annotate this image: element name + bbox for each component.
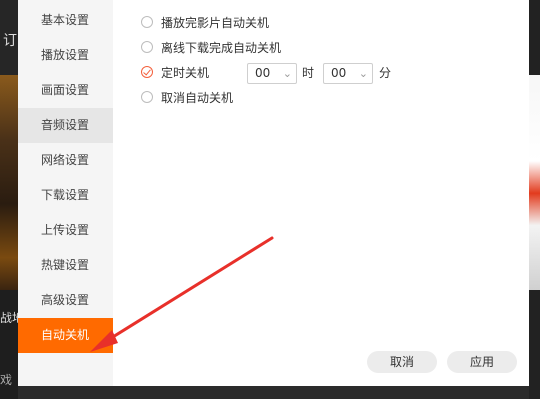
- option-after-download[interactable]: 离线下载完成自动关机: [141, 38, 281, 56]
- chevron-down-icon: ⌄: [282, 67, 292, 80]
- minute-value: 00: [331, 66, 347, 80]
- minute-select[interactable]: 00 ⌄: [323, 63, 373, 84]
- background-title-fragment: 订: [3, 33, 17, 49]
- background-poster-right: [529, 75, 540, 290]
- sidebar-item-video[interactable]: 画面设置: [18, 73, 113, 108]
- cancel-button[interactable]: 取消: [367, 351, 437, 373]
- settings-sidebar: 基本设置 播放设置 画面设置 音频设置 网络设置 下载设置 上传设置 热键设置 …: [18, 0, 113, 386]
- sidebar-item-auto-shutdown[interactable]: 自动关机: [18, 318, 113, 353]
- option-label: 播放完影片自动关机: [161, 15, 270, 30]
- hour-value: 00: [255, 66, 271, 80]
- option-timed-shutdown[interactable]: 定时关机: [141, 63, 209, 81]
- sidebar-item-audio[interactable]: 音频设置: [18, 108, 113, 143]
- sidebar-item-hotkeys[interactable]: 热键设置: [18, 248, 113, 283]
- sidebar-item-basic[interactable]: 基本设置: [18, 3, 113, 38]
- option-after-video[interactable]: 播放完影片自动关机: [141, 13, 269, 31]
- sidebar-item-playback[interactable]: 播放设置: [18, 38, 113, 73]
- minute-unit: 分: [379, 66, 392, 80]
- apply-button[interactable]: 应用: [447, 351, 517, 373]
- radio-after-download[interactable]: [141, 41, 153, 53]
- chevron-down-icon: ⌄: [358, 67, 368, 80]
- auto-shutdown-panel: 播放完影片自动关机 离线下载完成自动关机 定时关机 取消自动关机 00 ⌄ 时 …: [113, 0, 529, 386]
- background-poster-left: [0, 75, 18, 290]
- sidebar-item-network[interactable]: 网络设置: [18, 143, 113, 178]
- radio-cancel-shutdown[interactable]: [141, 91, 153, 103]
- option-label: 离线下载完成自动关机: [161, 40, 282, 55]
- sidebar-item-advanced[interactable]: 高级设置: [18, 283, 113, 318]
- settings-dialog: 基本设置 播放设置 画面设置 音频设置 网络设置 下载设置 上传设置 热键设置 …: [18, 0, 529, 386]
- radio-after-video[interactable]: [141, 16, 153, 28]
- radio-timed-shutdown-checked[interactable]: [141, 66, 153, 78]
- option-label: 取消自动关机: [161, 90, 234, 105]
- background-text-fragment: 戏: [0, 373, 13, 387]
- hour-unit: 时: [302, 66, 315, 80]
- background-text-fragment: 战地: [0, 311, 18, 325]
- hour-select[interactable]: 00 ⌄: [247, 63, 297, 84]
- sidebar-item-upload[interactable]: 上传设置: [18, 213, 113, 248]
- option-cancel-shutdown[interactable]: 取消自动关机: [141, 88, 233, 106]
- sidebar-item-download[interactable]: 下载设置: [18, 178, 113, 213]
- option-label: 定时关机: [161, 65, 210, 80]
